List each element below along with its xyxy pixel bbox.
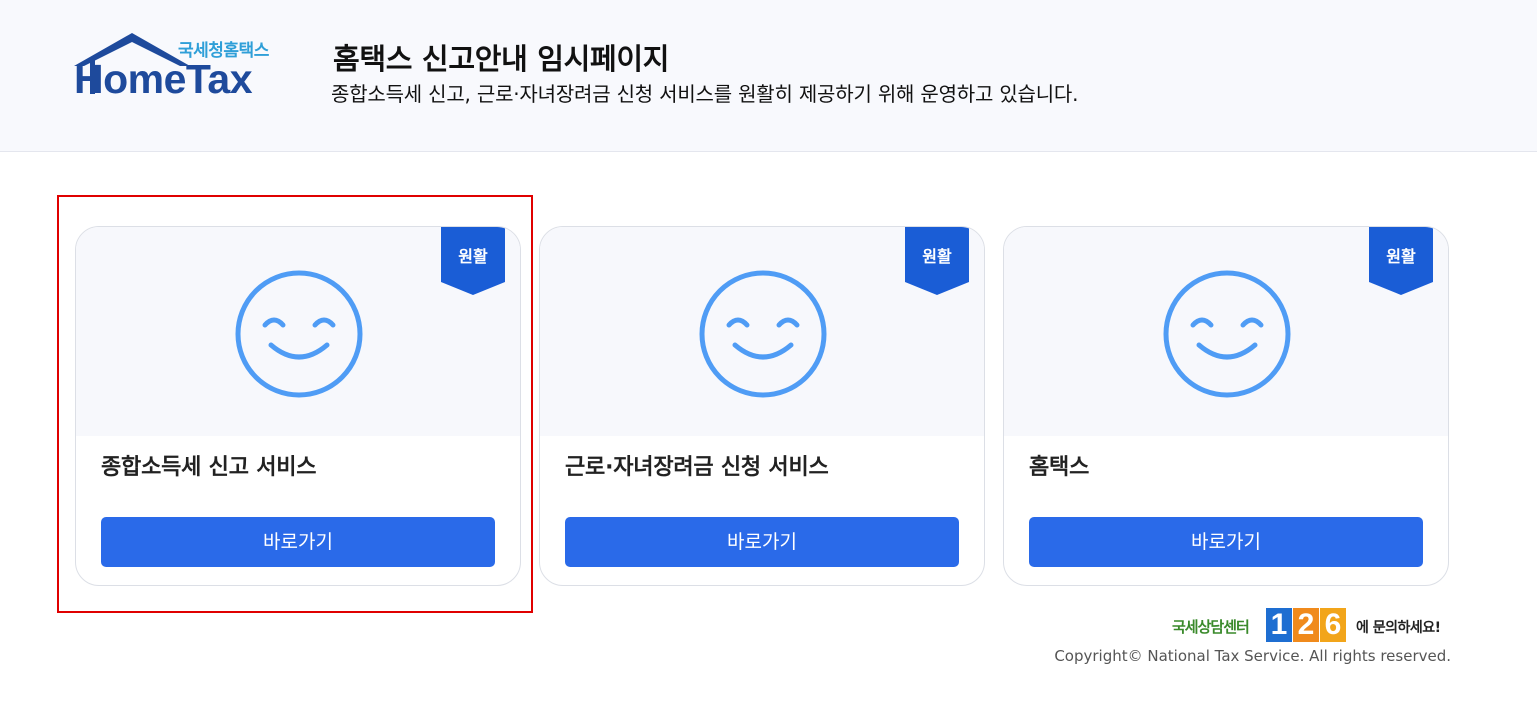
smile-icon — [699, 270, 827, 398]
status-badge: 원활 — [441, 227, 505, 295]
contact-cta: 에 문의하세요! — [1356, 620, 1441, 636]
contact-number: 1 2 6 — [1266, 608, 1347, 642]
contact-digit: 1 — [1266, 608, 1292, 642]
contact-digit: 2 — [1293, 608, 1319, 642]
status-badge: 원활 — [905, 227, 969, 295]
copyright: Copyright© National Tax Service. All rig… — [1054, 647, 1451, 665]
contact-digit: 6 — [1320, 608, 1346, 642]
page-title: 홈택스 신고안내 임시페이지 — [333, 42, 670, 76]
service-card-incentive: 원활 근로·자녀장려금 신청 서비스 바로가기 — [539, 226, 985, 586]
status-badge-label: 원활 — [922, 247, 952, 266]
page-header: 국세청홈택스 HomeTax 홈택스 신고안내 임시페이지 종합소득세 신고, … — [0, 0, 1537, 152]
go-button[interactable]: 바로가기 — [1029, 517, 1423, 567]
smile-icon — [1163, 270, 1291, 398]
card-image: 원활 — [76, 227, 520, 436]
card-image: 원활 — [1004, 227, 1448, 436]
smile-icon — [235, 270, 363, 398]
status-badge-label: 원활 — [458, 247, 488, 266]
contact-center-label: 국세상담센터 — [1172, 618, 1250, 636]
status-badge-label: 원활 — [1386, 247, 1416, 266]
go-button[interactable]: 바로가기 — [565, 517, 959, 567]
status-badge: 원활 — [1369, 227, 1433, 295]
logo-wordmark: HomeTax — [74, 56, 253, 102]
go-button[interactable]: 바로가기 — [101, 517, 495, 567]
hometax-logo[interactable]: 국세청홈택스 HomeTax — [72, 30, 287, 102]
card-title: 근로·자녀장려금 신청 서비스 — [565, 455, 829, 480]
contact-center-banner: 국세상담센터 1 2 6 에 문의하세요! — [1172, 606, 1452, 644]
card-image: 원활 — [540, 227, 984, 436]
card-title: 종합소득세 신고 서비스 — [101, 455, 317, 480]
card-title: 홈택스 — [1029, 455, 1090, 480]
page-description: 종합소득세 신고, 근로·자녀장려금 신청 서비스를 원활히 제공하기 위해 운… — [331, 82, 1079, 106]
service-card-hometax: 원활 홈택스 바로가기 — [1003, 226, 1449, 586]
service-card-income-tax: 원활 종합소득세 신고 서비스 바로가기 — [75, 226, 521, 586]
